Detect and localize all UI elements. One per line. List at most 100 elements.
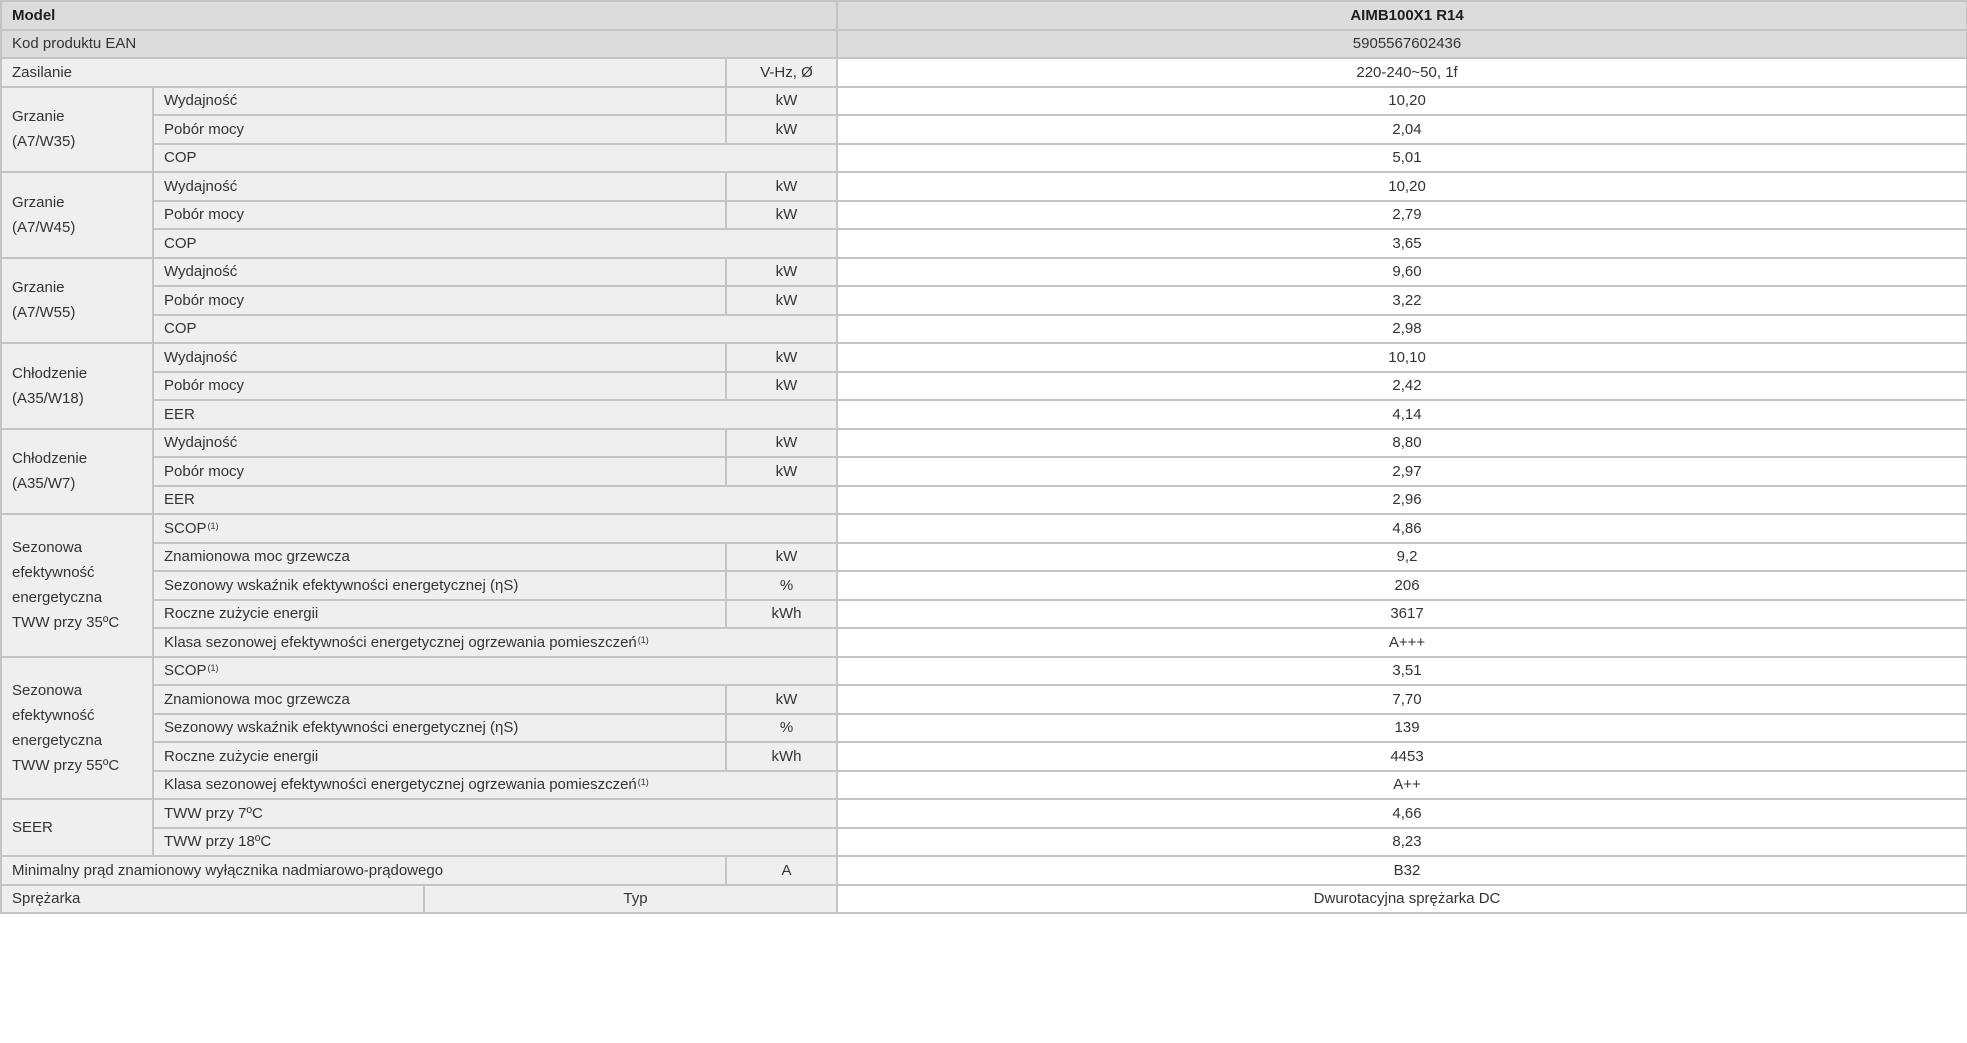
- table-row: Sezonowy wskaźnik efektywności energetyc…: [1, 570, 1967, 601]
- breaker-unit: A: [724, 855, 839, 886]
- table-row: Pobór mocy kW 2,42: [1, 370, 1967, 401]
- scop-label-text: SCOP: [164, 662, 207, 680]
- footnote-marker: (1): [637, 777, 649, 788]
- table-row: Sezonowa efektywność energetyczna TWW pr…: [0, 513, 1967, 658]
- row-unit: kW: [724, 256, 839, 287]
- row-value: 5,01: [836, 142, 1967, 173]
- table-row: COP 5,01: [1, 142, 1967, 173]
- row-label: COP: [151, 313, 839, 344]
- row-value: 10,10: [836, 342, 1967, 373]
- group-label: Chłodzenie (A35/W7): [0, 427, 154, 515]
- row-unit: kW: [724, 456, 839, 487]
- footnote-marker: (1): [207, 663, 219, 674]
- row-value: A+++: [836, 627, 1967, 658]
- compressor-label: Sprężarka: [0, 883, 425, 914]
- class-label: Klasa sezonowej efektywności energetyczn…: [151, 627, 839, 658]
- group-label-line: energetyczna: [12, 731, 103, 749]
- table-row: TWW przy 18ºC 8,23: [1, 826, 1967, 857]
- row-label: Wydajność: [152, 342, 727, 373]
- row-unit: %: [724, 570, 839, 601]
- ean-row: Kod produktu EAN 5905567602436: [0, 28, 1967, 59]
- row-value: 3,65: [836, 228, 1967, 259]
- row-value: 4,14: [836, 399, 1967, 430]
- compressor-value: Dwurotacyjna sprężarka DC: [836, 883, 1967, 914]
- power-supply-value: 220-240~50, 1f: [836, 57, 1967, 88]
- row-label: Znamionowa moc grzewcza: [152, 541, 727, 572]
- scop-label: SCOP(1): [151, 655, 839, 686]
- row-label: Sezonowy wskaźnik efektywności energetyc…: [152, 712, 727, 743]
- row-label: EER: [151, 484, 839, 515]
- row-value: 206: [836, 570, 1967, 601]
- table-row: Pobór mocy kW 2,97: [1, 456, 1967, 487]
- model-label: Model: [0, 0, 839, 31]
- ean-value: 5905567602436: [836, 28, 1967, 59]
- row-value: 8,80: [836, 427, 1967, 458]
- row-value: 2,96: [836, 484, 1967, 515]
- group-label-line: Chłodzenie: [12, 450, 88, 468]
- table-row: Roczne zużycie energii kWh 4453: [1, 741, 1967, 772]
- row-label: EER: [151, 399, 839, 430]
- table-row: Sezonowa efektywność energetyczna TWW pr…: [0, 655, 1967, 800]
- row-label: TWW przy 7ºC: [151, 798, 839, 829]
- row-value: 7,70: [836, 684, 1967, 715]
- table-row: Chłodzenie (A35/W18) Wydajność kW 10,10: [0, 342, 1967, 430]
- table-row: EER 4,14: [1, 399, 1967, 430]
- seasonal-35-label: Sezonowa efektywność energetyczna TWW pr…: [0, 513, 154, 658]
- row-label: TWW przy 18ºC: [151, 826, 839, 857]
- table-row: COP 3,65: [1, 228, 1967, 259]
- row-label: Pobór mocy: [152, 114, 727, 145]
- row-unit: kWh: [724, 741, 839, 772]
- group-label-line: (A7/W45): [12, 218, 76, 236]
- table-row: Grzanie (A7/W45) Wydajność kW 10,20: [0, 171, 1967, 259]
- row-value: 9,60: [836, 256, 1967, 287]
- row-label: COP: [151, 228, 839, 259]
- compressor-row: Sprężarka Typ Dwurotacyjna sprężarka DC: [0, 883, 1967, 914]
- breaker-value: B32: [836, 855, 1967, 886]
- table-row: Klasa sezonowej efektywności energetyczn…: [1, 769, 1967, 800]
- group-label: Grzanie (A7/W45): [0, 171, 154, 259]
- power-supply-unit: V-Hz, Ø: [724, 57, 839, 88]
- breaker-label: Minimalny prąd znamionowy wyłącznika nad…: [0, 855, 727, 886]
- group-label-line: Chłodzenie: [12, 364, 88, 382]
- row-unit: kW: [724, 285, 839, 316]
- row-label: Pobór mocy: [152, 370, 727, 401]
- group-label-line: (A35/W7): [12, 475, 76, 493]
- table-row: Pobór mocy kW 3,22: [1, 285, 1967, 316]
- row-value: 3617: [836, 598, 1967, 629]
- group-label-line: Sezonowa: [12, 681, 83, 699]
- row-label: Znamionowa moc grzewcza: [152, 684, 727, 715]
- row-value: A++: [836, 769, 1967, 800]
- model-value: AIMB100X1 R14: [836, 0, 1967, 31]
- row-unit: kW: [724, 199, 839, 230]
- row-unit: kW: [724, 342, 839, 373]
- group-label-line: Grzanie: [12, 193, 65, 211]
- row-value: 4,86: [836, 513, 1967, 544]
- table-row: Pobór mocy kW 2,79: [1, 199, 1967, 230]
- seasonal-55-label: Sezonowa efektywność energetyczna TWW pr…: [0, 655, 154, 800]
- row-label: Wydajność: [152, 171, 727, 202]
- ean-label: Kod produktu EAN: [0, 28, 839, 59]
- scop-label-text: SCOP: [164, 519, 207, 537]
- table-row: Pobór mocy kW 2,04: [1, 114, 1967, 145]
- table-row: Znamionowa moc grzewcza kW 9,2: [1, 541, 1967, 572]
- group-label: Grzanie (A7/W35): [0, 85, 154, 173]
- table-row: Klasa sezonowej efektywności energetyczn…: [1, 627, 1967, 658]
- group-label: Chłodzenie (A35/W18): [0, 342, 154, 430]
- spec-table: Model AIMB100X1 R14 Kod produktu EAN 590…: [0, 0, 1967, 914]
- group-label-line: (A7/W55): [12, 304, 76, 322]
- group-label-line: (A35/W18): [12, 389, 84, 407]
- row-unit: %: [724, 712, 839, 743]
- row-unit: kW: [724, 114, 839, 145]
- class-label-text: Klasa sezonowej efektywności energetyczn…: [164, 633, 637, 651]
- class-label: Klasa sezonowej efektywności energetyczn…: [151, 769, 839, 800]
- table-row: Chłodzenie (A35/W7) Wydajność kW 8,80: [0, 427, 1967, 515]
- table-row: COP 2,98: [1, 313, 1967, 344]
- row-label: COP: [151, 142, 839, 173]
- table-row: Roczne zużycie energii kWh 3617: [1, 598, 1967, 629]
- row-value: 2,97: [836, 456, 1967, 487]
- row-value: 4453: [836, 741, 1967, 772]
- row-value: 3,51: [836, 655, 1967, 686]
- table-row: Grzanie (A7/W35) Wydajność kW 10,20: [0, 85, 1967, 173]
- row-unit: kW: [724, 370, 839, 401]
- power-supply-row: Zasilanie V-Hz, Ø 220-240~50, 1f: [0, 57, 1967, 88]
